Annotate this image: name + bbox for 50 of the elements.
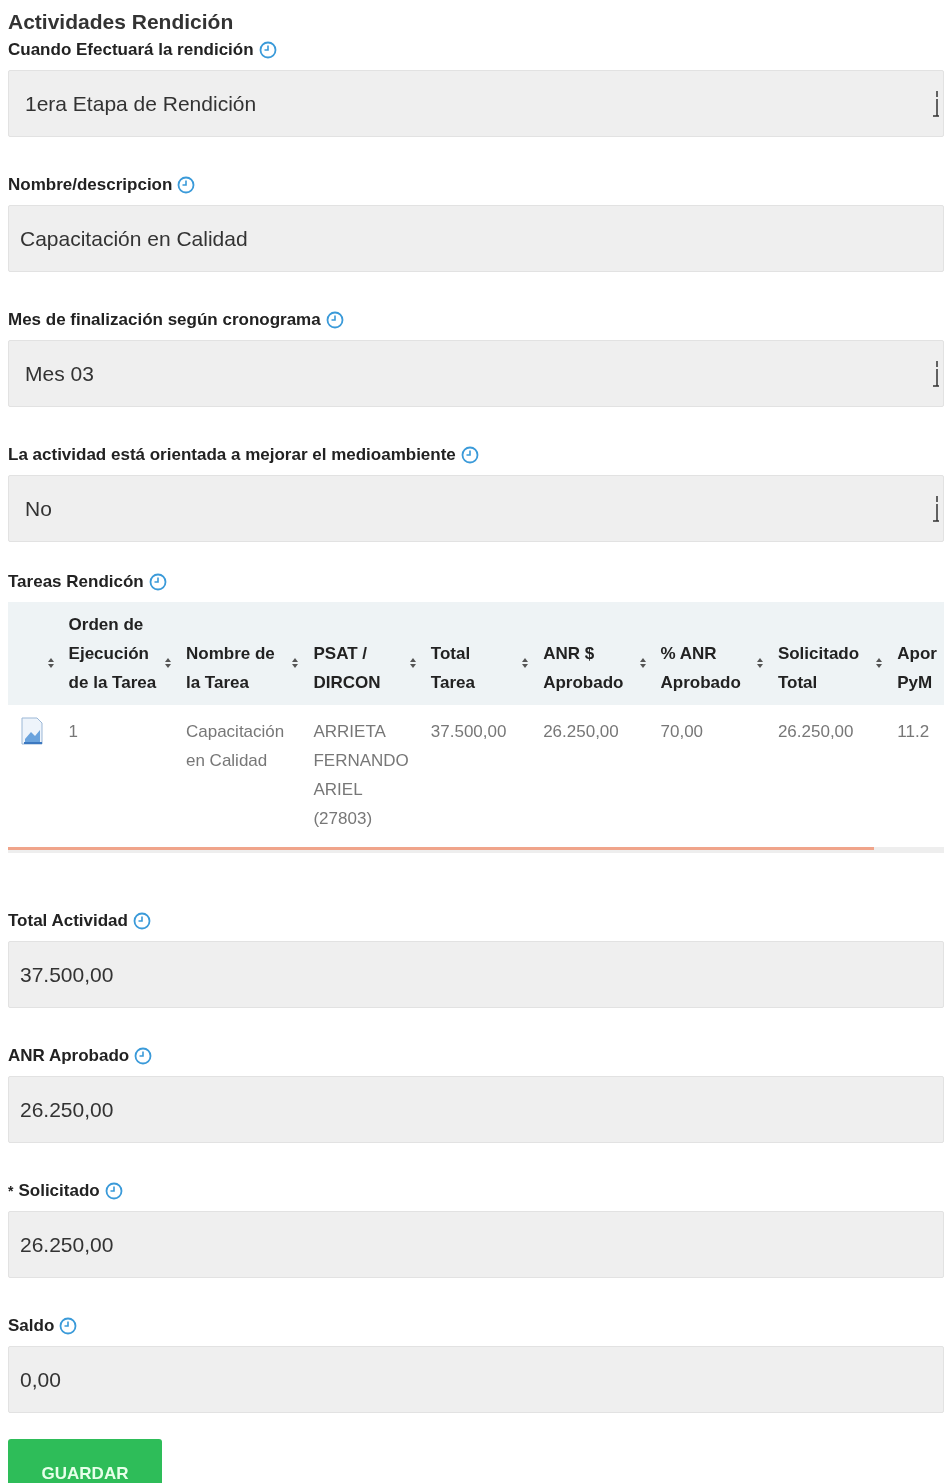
input-field[interactable]: 26.250,00 — [8, 1211, 944, 1278]
field-label: Solicitado — [18, 1181, 100, 1201]
clock-icon — [258, 41, 277, 59]
table-cell-text: 26.250,00 — [777, 721, 855, 743]
scroll-thumb[interactable] — [8, 847, 874, 850]
input-field[interactable]: Capacitación en Calidad — [8, 205, 944, 272]
table-cell-text: Capacitación en Calidad — [185, 721, 286, 772]
table-cell-text: 26.250,00 — [543, 721, 620, 743]
required-mark: * — [8, 1183, 14, 1199]
input-field[interactable]: 37.500,00 — [8, 941, 944, 1008]
sort-icon[interactable] — [409, 658, 416, 668]
select-arrow-icon — [933, 360, 939, 387]
table-cell-text: 70,00 — [660, 721, 705, 743]
select-field[interactable]: No — [8, 475, 944, 542]
field-label: Saldo — [8, 1316, 55, 1336]
sort-icon[interactable] — [164, 658, 171, 668]
sort-icon[interactable] — [292, 658, 299, 668]
input-field[interactable]: 26.250,00 — [8, 1076, 944, 1143]
field-label: La actividad está orientada a mejorar el medioambiente — [8, 445, 456, 465]
field-label: ANR Aprobado — [8, 1046, 130, 1066]
clock-icon — [104, 1182, 123, 1200]
field-label: Total Actividad — [8, 911, 128, 931]
select-arrow-icon — [933, 495, 939, 522]
clock-icon — [132, 912, 151, 930]
field-label: Cuando Efectuará la rendición — [8, 40, 254, 60]
section-title: Actividades Rendición — [8, 9, 235, 35]
clock-icon — [134, 1047, 153, 1065]
clock-icon — [177, 176, 196, 194]
select-field[interactable]: 1era Etapa de Rendición — [8, 70, 944, 137]
field-label: Mes de finalización según cronograma — [8, 310, 321, 330]
clock-icon — [460, 446, 479, 464]
sort-icon[interactable] — [522, 658, 529, 668]
table-cell-text: 37.500,00 — [430, 721, 508, 743]
table-title: Tareas Rendicón — [8, 572, 144, 592]
table-cell-text: ARRIETA FERNANDO ARIEL (27803) — [313, 721, 410, 830]
sort-icon[interactable] — [756, 658, 763, 668]
edit-document-icon[interactable] — [20, 717, 46, 745]
clock-icon — [148, 573, 167, 591]
table-cell-text: 1 — [68, 721, 80, 743]
field-label: Nombre/descripcion — [8, 175, 173, 195]
input-field[interactable]: 0,00 — [8, 1346, 944, 1413]
clock-icon — [59, 1317, 78, 1335]
sort-icon[interactable] — [876, 658, 883, 668]
select-arrow-icon — [933, 90, 939, 117]
sort-icon[interactable] — [639, 658, 646, 668]
scroll-bar[interactable] — [8, 847, 944, 853]
table-cell-text: 11.2 — [897, 721, 931, 743]
select-field[interactable]: Mes 03 — [8, 340, 944, 407]
sort-icon[interactable] — [47, 658, 54, 668]
clock-icon — [325, 311, 344, 329]
